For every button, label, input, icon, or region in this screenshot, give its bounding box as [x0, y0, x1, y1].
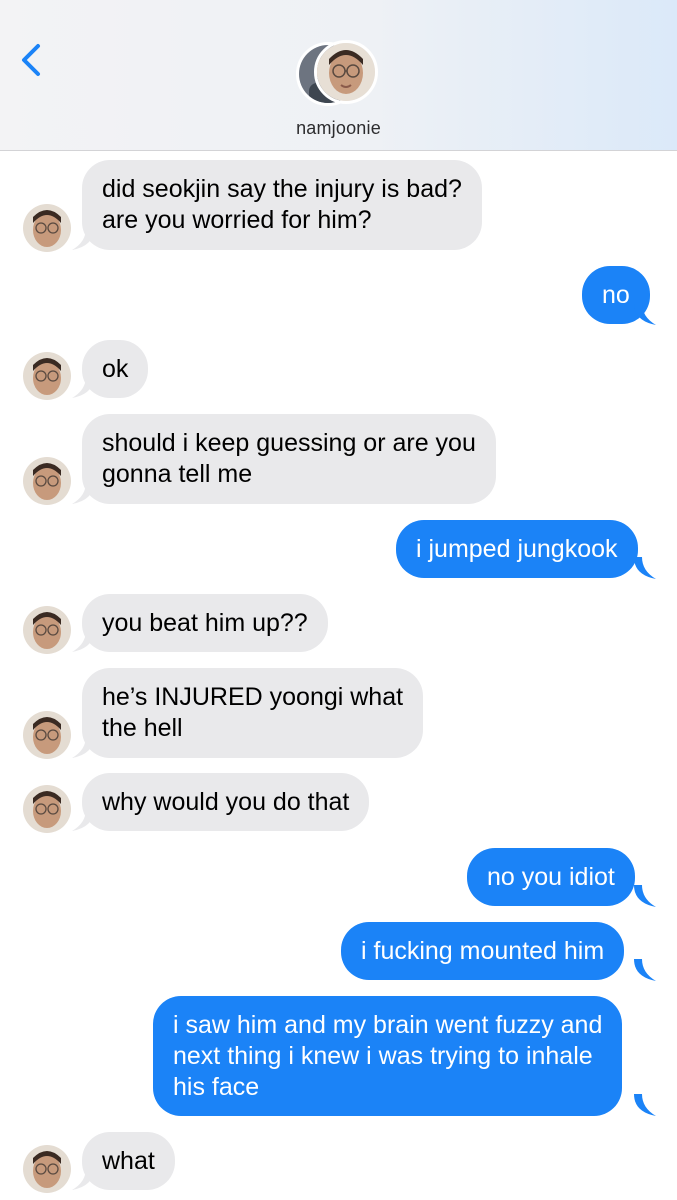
bubble-tail [72, 482, 94, 504]
contact-name[interactable]: namjoonie [0, 118, 677, 139]
message-bubble-outgoing[interactable]: i fucking mounted him [341, 922, 625, 980]
back-button[interactable] [16, 40, 50, 80]
message-line: no [602, 281, 630, 309]
message-line: gonna tell me [102, 460, 253, 488]
message-line: did seokjin say the injury is bad? [102, 175, 462, 203]
message-bubble-incoming[interactable]: you beat him up?? [82, 594, 328, 652]
message-line: ok [102, 355, 129, 383]
messages-screen: namjoonie did seokjin say the injury is … [0, 0, 677, 1200]
message-bubble-incoming[interactable]: what [82, 1132, 175, 1190]
message-bubble-outgoing[interactable]: no you idiot [467, 848, 635, 906]
bubble-tail [72, 228, 94, 250]
message-line: what [102, 1147, 155, 1175]
message-line: he’s INJURED yoongi what [102, 683, 404, 711]
contact-avatar-group[interactable] [296, 40, 386, 108]
message-line: i jumped jungkook [416, 535, 618, 563]
bubble-tail [72, 736, 94, 758]
message-line: are you worried for him? [102, 206, 372, 234]
bubble-tail [634, 885, 656, 907]
message-bubble-incoming[interactable]: why would you do that [82, 773, 370, 831]
bubble-tail [72, 809, 94, 831]
sender-avatar [23, 785, 71, 833]
sender-avatar [23, 711, 71, 759]
sender-avatar [23, 1145, 71, 1193]
bubble-tail [634, 1094, 656, 1116]
bubble-tail [634, 557, 656, 579]
message-bubble-outgoing[interactable]: i jumped jungkook [396, 520, 638, 578]
sender-avatar [23, 204, 71, 252]
message-bubble-outgoing[interactable]: i saw him and my brain went fuzzy and ne… [153, 996, 623, 1116]
bubble-tail [72, 376, 94, 398]
message-line: no you idiot [487, 863, 615, 891]
message-bubble-incoming[interactable]: he’s INJURED yoongi what the hell [82, 668, 424, 758]
bubble-tail [634, 303, 656, 325]
message-line: next thing i knew i was trying to inhale [173, 1042, 593, 1070]
chevron-left-icon [22, 44, 40, 76]
bubble-tail [72, 1168, 94, 1190]
message-line: his face [173, 1073, 260, 1101]
message-line: why would you do that [102, 788, 350, 816]
message-line: i saw him and my brain went fuzzy and [173, 1011, 603, 1039]
sender-avatar [23, 606, 71, 654]
bubble-tail [634, 959, 656, 981]
contact-avatar [314, 40, 378, 104]
sender-avatar [23, 352, 71, 400]
sender-avatar [23, 457, 71, 505]
message-line: i fucking mounted him [361, 937, 605, 965]
message-line: the hell [102, 714, 183, 742]
message-line: you beat him up?? [102, 609, 308, 637]
conversation-header: namjoonie [0, 0, 677, 151]
message-line: should i keep guessing or are you [102, 429, 476, 457]
message-bubble-incoming[interactable]: should i keep guessing or are you gonna … [82, 414, 496, 504]
bubble-tail [72, 630, 94, 652]
message-bubble-incoming[interactable]: did seokjin say the injury is bad? are y… [82, 160, 482, 250]
